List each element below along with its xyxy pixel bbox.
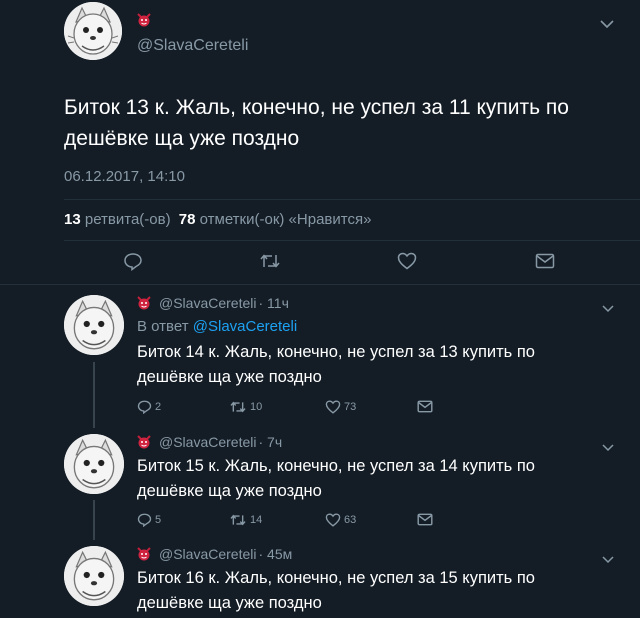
reply-to-label: В ответ xyxy=(137,318,189,335)
divider xyxy=(64,240,640,241)
avatar[interactable] xyxy=(64,2,122,60)
chevron-down-icon[interactable] xyxy=(602,439,614,457)
author-handle[interactable]: @SlavaCereteli xyxy=(159,295,256,311)
heart-icon xyxy=(325,400,341,414)
avatar[interactable] xyxy=(64,434,124,494)
retweet-count: 10 xyxy=(250,401,263,413)
reply-handle[interactable]: @SlavaCereteli · 7ч xyxy=(159,434,282,450)
thread-line xyxy=(93,362,95,428)
reply-time[interactable]: · 7ч xyxy=(258,434,282,450)
retweet-icon xyxy=(230,401,246,413)
likes-label[interactable]: отметки(-ок) «Нравится» xyxy=(200,211,372,228)
chevron-down-icon[interactable] xyxy=(602,300,614,318)
reply-to-handle[interactable]: @SlavaCereteli xyxy=(193,318,297,335)
chevron-down-icon[interactable] xyxy=(600,16,614,32)
author-handle[interactable]: @SlavaCereteli xyxy=(159,434,256,450)
tweet-date[interactable]: 06.12.2017, 14:10 xyxy=(64,168,185,185)
tweet-text-line1: Биток 13 к. Жаль, конечно, не успел за 1… xyxy=(64,96,569,119)
reply-text-line2: дешёвке ща уже поздно xyxy=(137,594,322,612)
reply-button[interactable]: 5 xyxy=(137,512,161,527)
retweet-button[interactable]: 10 xyxy=(229,400,262,414)
retweet-count: 14 xyxy=(250,514,263,526)
like-button[interactable] xyxy=(397,252,417,270)
divider xyxy=(64,199,640,200)
reply-count: 5 xyxy=(155,513,162,526)
devil-emoji-icon xyxy=(137,11,151,27)
reply-icon xyxy=(137,400,152,414)
avatar[interactable] xyxy=(64,295,124,355)
like-button[interactable]: 73 xyxy=(325,400,356,414)
author-handle[interactable]: @SlavaCereteli xyxy=(137,37,248,55)
reply-text-line2: дешёвке ща уже поздно xyxy=(137,368,322,386)
reply-handle[interactable]: @SlavaCereteli · 45м xyxy=(159,546,292,562)
reply-time[interactable]: · 11ч xyxy=(258,295,288,311)
envelope-icon xyxy=(417,400,433,413)
author-handle[interactable]: @SlavaCereteli xyxy=(159,546,256,562)
envelope-icon xyxy=(535,253,555,269)
reply-text-line2: дешёвке ща уже поздно xyxy=(137,482,322,500)
tweet-text-line2: дешёвке ща уже поздно xyxy=(64,127,300,150)
heart-icon xyxy=(325,513,341,527)
share-button[interactable] xyxy=(535,253,555,269)
reply-text-line1: Биток 15 к. Жаль, конечно, не успел за 1… xyxy=(137,457,535,475)
retweet-icon xyxy=(260,254,280,268)
reply-button[interactable]: 2 xyxy=(137,399,161,414)
reply-text-line1: Биток 16 к. Жаль, конечно, не успел за 1… xyxy=(137,569,535,587)
retweets-label[interactable]: ретвита(-ов) xyxy=(85,211,171,228)
reply-count: 2 xyxy=(155,400,162,413)
tweet-stats: 13 ретвита(-ов) 78 отметки(-ок) «Нравитс… xyxy=(64,211,371,228)
divider xyxy=(0,284,640,285)
reply-icon xyxy=(124,253,142,271)
retweets-count[interactable]: 13 xyxy=(64,211,81,228)
reply-handle[interactable]: @SlavaCereteli · 11ч xyxy=(159,295,289,311)
reply-context: В ответ @SlavaCereteli xyxy=(137,318,297,335)
share-button[interactable] xyxy=(417,400,433,413)
devil-emoji-icon xyxy=(137,433,151,449)
like-button[interactable]: 63 xyxy=(325,513,356,527)
avatar[interactable] xyxy=(64,546,124,606)
retweet-icon xyxy=(230,514,246,526)
devil-emoji-icon xyxy=(137,545,151,561)
likes-count[interactable]: 78 xyxy=(179,211,196,228)
devil-emoji-icon xyxy=(137,294,151,310)
reply-icon xyxy=(137,513,152,527)
like-count: 73 xyxy=(344,401,357,413)
envelope-icon xyxy=(417,513,433,526)
reply-text-line1: Биток 14 к. Жаль, конечно, не успел за 1… xyxy=(137,343,535,361)
reply-button[interactable] xyxy=(123,251,143,271)
thread-line xyxy=(93,500,95,540)
reply-time[interactable]: · 45м xyxy=(258,546,292,562)
heart-icon xyxy=(397,252,417,270)
retweet-button[interactable] xyxy=(259,252,281,270)
retweet-button[interactable]: 14 xyxy=(229,513,262,527)
share-button[interactable] xyxy=(417,513,433,526)
chevron-down-icon[interactable] xyxy=(602,551,614,569)
like-count: 63 xyxy=(344,514,357,526)
